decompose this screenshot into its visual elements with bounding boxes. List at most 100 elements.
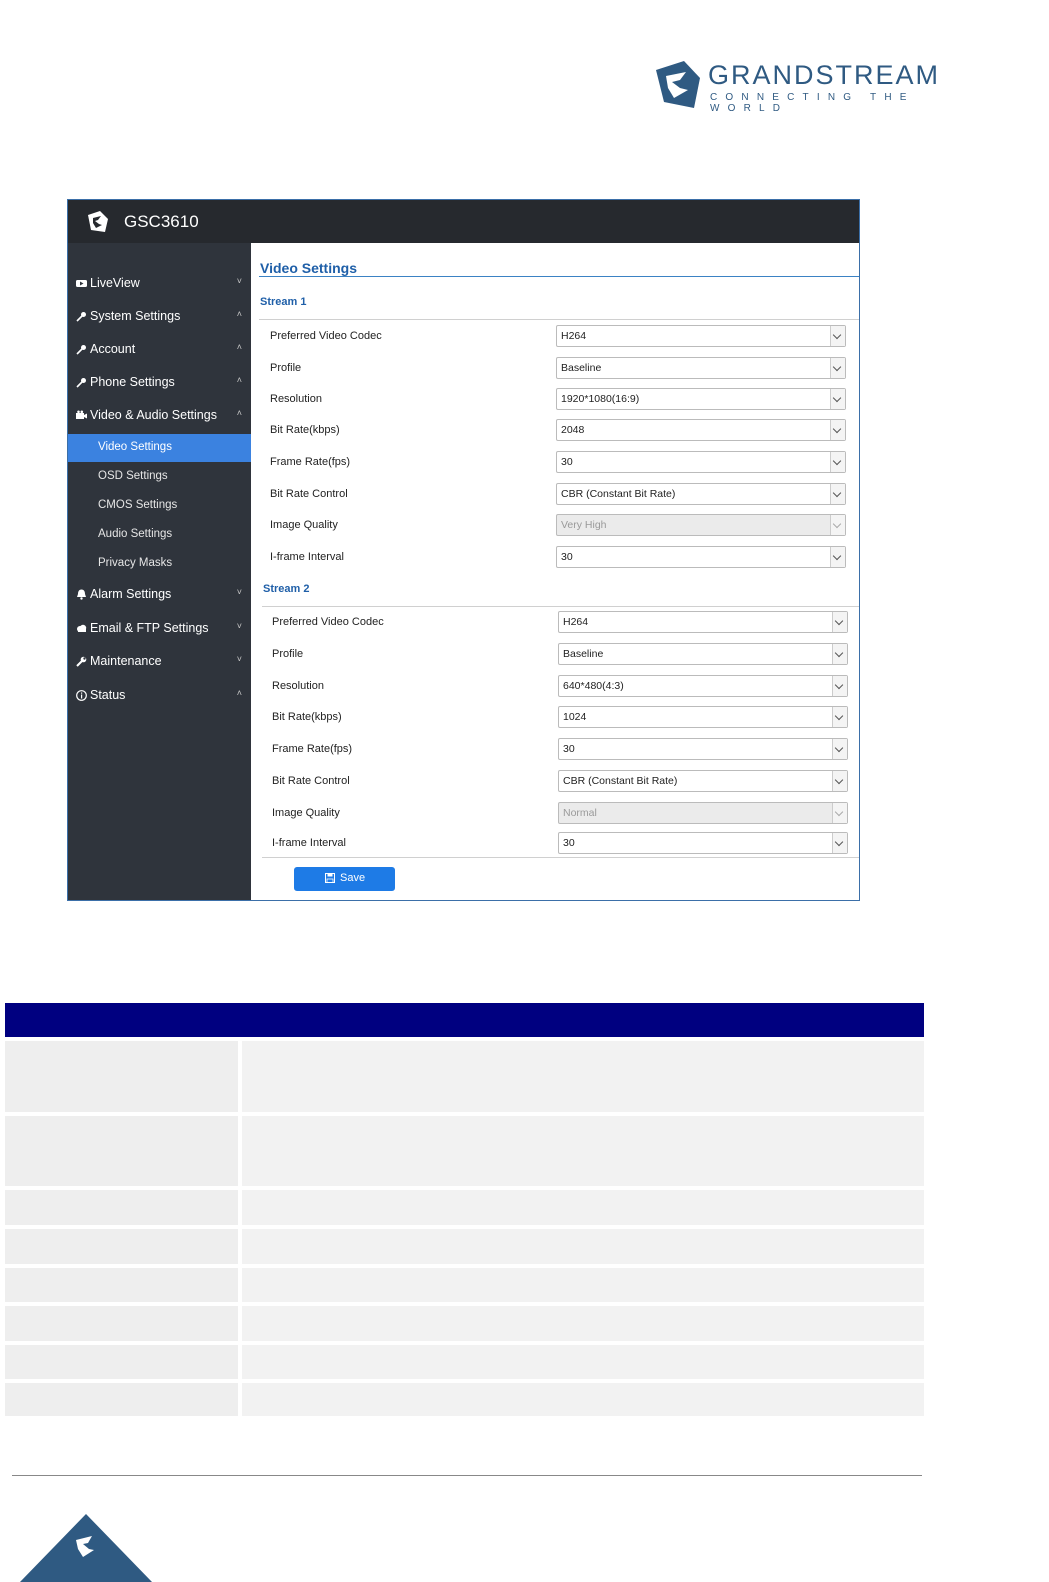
sidebar-item-system-settings[interactable]: System Settings ˄ — [68, 303, 251, 333]
grandstream-logo-icon — [656, 61, 700, 108]
stream2-video-codec-select[interactable]: H264 — [558, 611, 848, 633]
chevron-down-icon — [830, 420, 845, 440]
stream1-resolution-select[interactable]: 1920*1080(16:9) — [556, 388, 846, 410]
table-row — [5, 1345, 924, 1379]
divider — [259, 319, 859, 320]
table-cell — [242, 1229, 924, 1264]
select-value: H264 — [563, 616, 589, 628]
field-label: Bit Rate Control — [272, 775, 350, 787]
field-label: Image Quality — [270, 519, 338, 531]
sidebar-item-label: LiveView — [90, 276, 140, 290]
select-value: 640*480(4:3) — [563, 680, 624, 692]
sidebar-item-email-ftp-settings[interactable]: Email & FTP Settings ˅ — [68, 615, 251, 645]
sidebar-item-liveview[interactable]: LiveView ˅ — [68, 270, 251, 300]
stream1-profile-select[interactable]: Baseline — [556, 357, 846, 379]
stream2-bitrate-control-select[interactable]: CBR (Constant Bit Rate) — [558, 770, 848, 792]
floppy-disk-icon — [325, 873, 335, 883]
stream1-framerate-select[interactable]: 30 — [556, 451, 846, 473]
divider — [262, 606, 859, 607]
sidebar-subitem-cmos-settings[interactable]: CMOS Settings — [68, 492, 251, 520]
table-row — [5, 1190, 924, 1225]
page-title: Video Settings — [260, 260, 357, 276]
sidebar-item-phone-settings[interactable]: Phone Settings ˄ — [68, 369, 251, 399]
stream2-bitrate-select[interactable]: 1024 — [558, 706, 848, 728]
stream2-profile-select[interactable]: Baseline — [558, 643, 848, 665]
field-label: Frame Rate(fps) — [272, 743, 353, 755]
chevron-up-icon: ˄ — [236, 408, 242, 418]
chevron-down-icon: ˅ — [236, 654, 242, 664]
table-cell — [242, 1041, 924, 1112]
select-value: Baseline — [561, 362, 602, 374]
sidebar-item-label: Status — [90, 688, 126, 702]
sidebar-item-label: Alarm Settings — [90, 587, 172, 601]
stream1-iframe-interval-select[interactable]: 30 — [556, 546, 846, 568]
key-icon — [76, 345, 86, 355]
sidebar-item-alarm-settings[interactable]: Alarm Settings ˅ — [68, 581, 251, 611]
chevron-down-icon — [830, 389, 845, 409]
grandstream-logo-icon — [88, 211, 108, 232]
sidebar-item-label: System Settings — [90, 309, 181, 323]
sidebar-item-status[interactable]: Status ˄ — [68, 682, 251, 712]
field-label: Resolution — [270, 393, 322, 405]
table-cell — [242, 1306, 924, 1341]
sidebar-item-label: Phone Settings — [90, 375, 175, 389]
sidebar-subitem-privacy-masks[interactable]: Privacy Masks — [68, 550, 251, 578]
stream1-bitrate-select[interactable]: 2048 — [556, 419, 846, 441]
chevron-down-icon — [832, 612, 847, 632]
sidebar-item-label: Account — [90, 342, 136, 356]
sidebar-subitem-label: Privacy Masks — [98, 557, 173, 569]
info-icon — [76, 690, 87, 701]
field-label: Profile — [270, 362, 302, 374]
table-cell — [5, 1041, 238, 1112]
sidebar-item-maintenance[interactable]: Maintenance ˅ — [68, 648, 251, 678]
chevron-down-icon — [832, 833, 847, 853]
field-label: Frame Rate(fps) — [270, 456, 351, 468]
sidebar-item-account[interactable]: Account ˄ — [68, 336, 251, 366]
sidebar-subitem-label: OSD Settings — [98, 470, 168, 482]
stream2-iframe-interval-select[interactable]: 30 — [558, 832, 848, 854]
sidebar-subitem-audio-settings[interactable]: Audio Settings — [68, 521, 251, 549]
table-cell — [5, 1116, 238, 1186]
table-row — [5, 1229, 924, 1264]
stream2-resolution-select[interactable]: 640*480(4:3) — [558, 675, 848, 697]
chevron-down-icon — [832, 676, 847, 696]
save-button[interactable]: Save — [294, 867, 395, 891]
select-value: 30 — [563, 743, 575, 755]
table-row — [5, 1383, 924, 1416]
stream1-video-codec-select[interactable]: H264 — [556, 325, 846, 347]
sidebar-subitem-video-settings[interactable]: Video Settings — [68, 434, 251, 462]
sidebar-subitem-osd-settings[interactable]: OSD Settings — [68, 463, 251, 491]
brand-name: GRANDSTREAM — [708, 60, 941, 90]
sidebar-subitem-label: CMOS Settings — [98, 499, 178, 511]
chevron-up-icon: ˄ — [236, 342, 242, 352]
web-ui-screenshot: GSC3610 LiveView ˅ System Settings ˄ Acc… — [67, 199, 860, 901]
stream2-framerate-select[interactable]: 30 — [558, 738, 848, 760]
field-label: Image Quality — [272, 807, 340, 819]
table-cell — [242, 1116, 924, 1186]
table-header — [5, 1003, 924, 1037]
sidebar-subitem-label: Audio Settings — [98, 528, 173, 540]
top-bar: GSC3610 — [68, 200, 859, 243]
chevron-up-icon: ˄ — [236, 375, 242, 385]
video-icon — [76, 280, 87, 287]
stream-2-heading: Stream 2 — [263, 583, 310, 595]
sidebar-item-label: Maintenance — [90, 654, 162, 668]
sidebar-item-label: Video & Audio Settings — [90, 408, 217, 422]
field-label: Profile — [272, 648, 304, 660]
chevron-down-icon — [832, 707, 847, 727]
device-model-title: GSC3610 — [124, 212, 199, 231]
sidebar-item-video-audio-settings[interactable]: Video & Audio Settings ˄ — [68, 402, 251, 432]
grandstream-logo: GRANDSTREAM CONNECTING THE WORLD — [650, 58, 980, 114]
key-icon — [76, 378, 86, 388]
field-label: Bit Rate(kbps) — [270, 424, 340, 436]
sidebar-item-label: Email & FTP Settings — [90, 621, 209, 635]
chevron-down-icon — [832, 803, 847, 823]
table-cell — [5, 1268, 238, 1302]
camera-icon — [76, 410, 87, 419]
select-value: Baseline — [563, 648, 604, 660]
table-cell — [242, 1383, 924, 1416]
chevron-down-icon: ˅ — [236, 276, 242, 286]
key-icon — [76, 312, 86, 322]
stream1-bitrate-control-select[interactable]: CBR (Constant Bit Rate) — [556, 483, 846, 505]
chevron-down-icon — [830, 452, 845, 472]
